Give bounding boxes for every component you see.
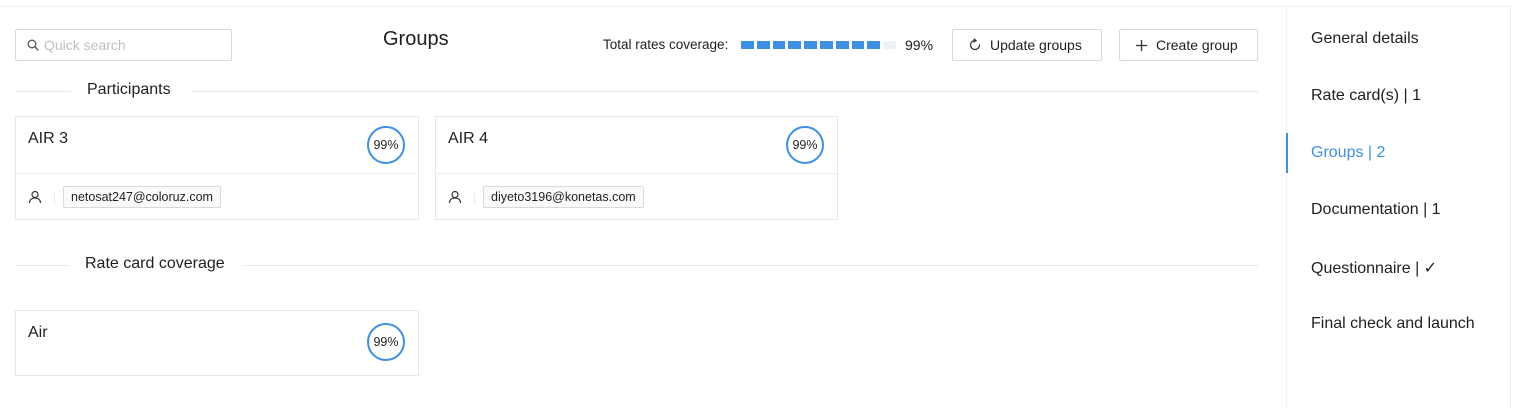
plus-icon [1136, 39, 1147, 51]
coverage-bar-segment [851, 41, 865, 49]
coverage-bar-segment [804, 41, 817, 49]
coverage-badge: 99% [367, 323, 405, 361]
coverage-label: Total rates coverage: [603, 37, 729, 52]
participant-email-tag: netosat247@coloruz.com [63, 186, 221, 208]
participant-email-tag: diyeto3196@konetas.com [483, 186, 644, 208]
right-border [1510, 6, 1511, 408]
group-card[interactable]: AIR 4 99% diyeto3196@konetas.com [435, 116, 838, 220]
coverage-bar-segment [819, 41, 833, 49]
page-title: Groups [383, 28, 449, 50]
participants-heading: Participants [87, 81, 171, 98]
coverage-bar-segment [772, 41, 786, 49]
participants-divider: Participants [15, 79, 1258, 103]
quick-search[interactable] [15, 29, 232, 61]
coverage-badge: 99% [367, 126, 405, 164]
user-icon [28, 190, 42, 204]
reload-icon [969, 38, 981, 51]
coverage-bar-segment [741, 41, 754, 49]
group-card[interactable]: AIR 3 99% netosat247@coloruz.com [15, 116, 419, 220]
create-group-label: Create group [1156, 37, 1238, 53]
group-name: AIR 3 [28, 130, 69, 147]
nav-groups[interactable]: Groups | 2 [1311, 144, 1385, 162]
user-icon [448, 190, 462, 204]
divider-line [15, 265, 69, 266]
rate-card-divider: Rate card coverage [15, 253, 1258, 277]
step-navigation: General details Rate card(s) | 1 Groups … [1286, 6, 1510, 408]
nav-rate-cards[interactable]: Rate card(s) | 1 [1311, 87, 1421, 105]
divider-line [244, 265, 1258, 266]
coverage-badge: 99% [786, 126, 824, 164]
update-groups-label: Update groups [990, 37, 1082, 53]
divider-line [191, 91, 1258, 92]
coverage-progress-bar [741, 41, 899, 49]
coverage-bar-segment [756, 41, 770, 49]
nav-final-check[interactable]: Final check and launch [1311, 315, 1475, 333]
rate-card-heading: Rate card coverage [85, 255, 225, 272]
coverage-bar-segment [835, 41, 849, 49]
top-border [0, 6, 1510, 7]
group-name: AIR 4 [448, 130, 489, 147]
nav-documentation[interactable]: Documentation | 1 [1311, 201, 1441, 219]
rate-card[interactable]: Air 99% [15, 310, 419, 376]
coverage-value: 99% [905, 37, 934, 53]
active-step-indicator [1286, 133, 1288, 173]
coverage-bar-segment [867, 41, 881, 49]
search-input[interactable] [44, 37, 224, 53]
update-groups-button[interactable]: Update groups [952, 29, 1102, 61]
card-divider [436, 173, 837, 174]
nav-questionnaire[interactable]: Questionnaire | ✓ [1311, 258, 1437, 278]
create-group-button[interactable]: Create group [1119, 29, 1258, 61]
card-divider [16, 173, 418, 174]
vertical-separator [474, 191, 475, 205]
rate-card-name: Air [28, 324, 48, 341]
nav-general-details[interactable]: General details [1311, 30, 1419, 48]
vertical-separator [54, 191, 55, 205]
search-icon [27, 39, 39, 51]
divider-line [15, 91, 71, 92]
coverage-bar-segment [788, 41, 802, 49]
coverage-bar-segment [883, 41, 896, 49]
